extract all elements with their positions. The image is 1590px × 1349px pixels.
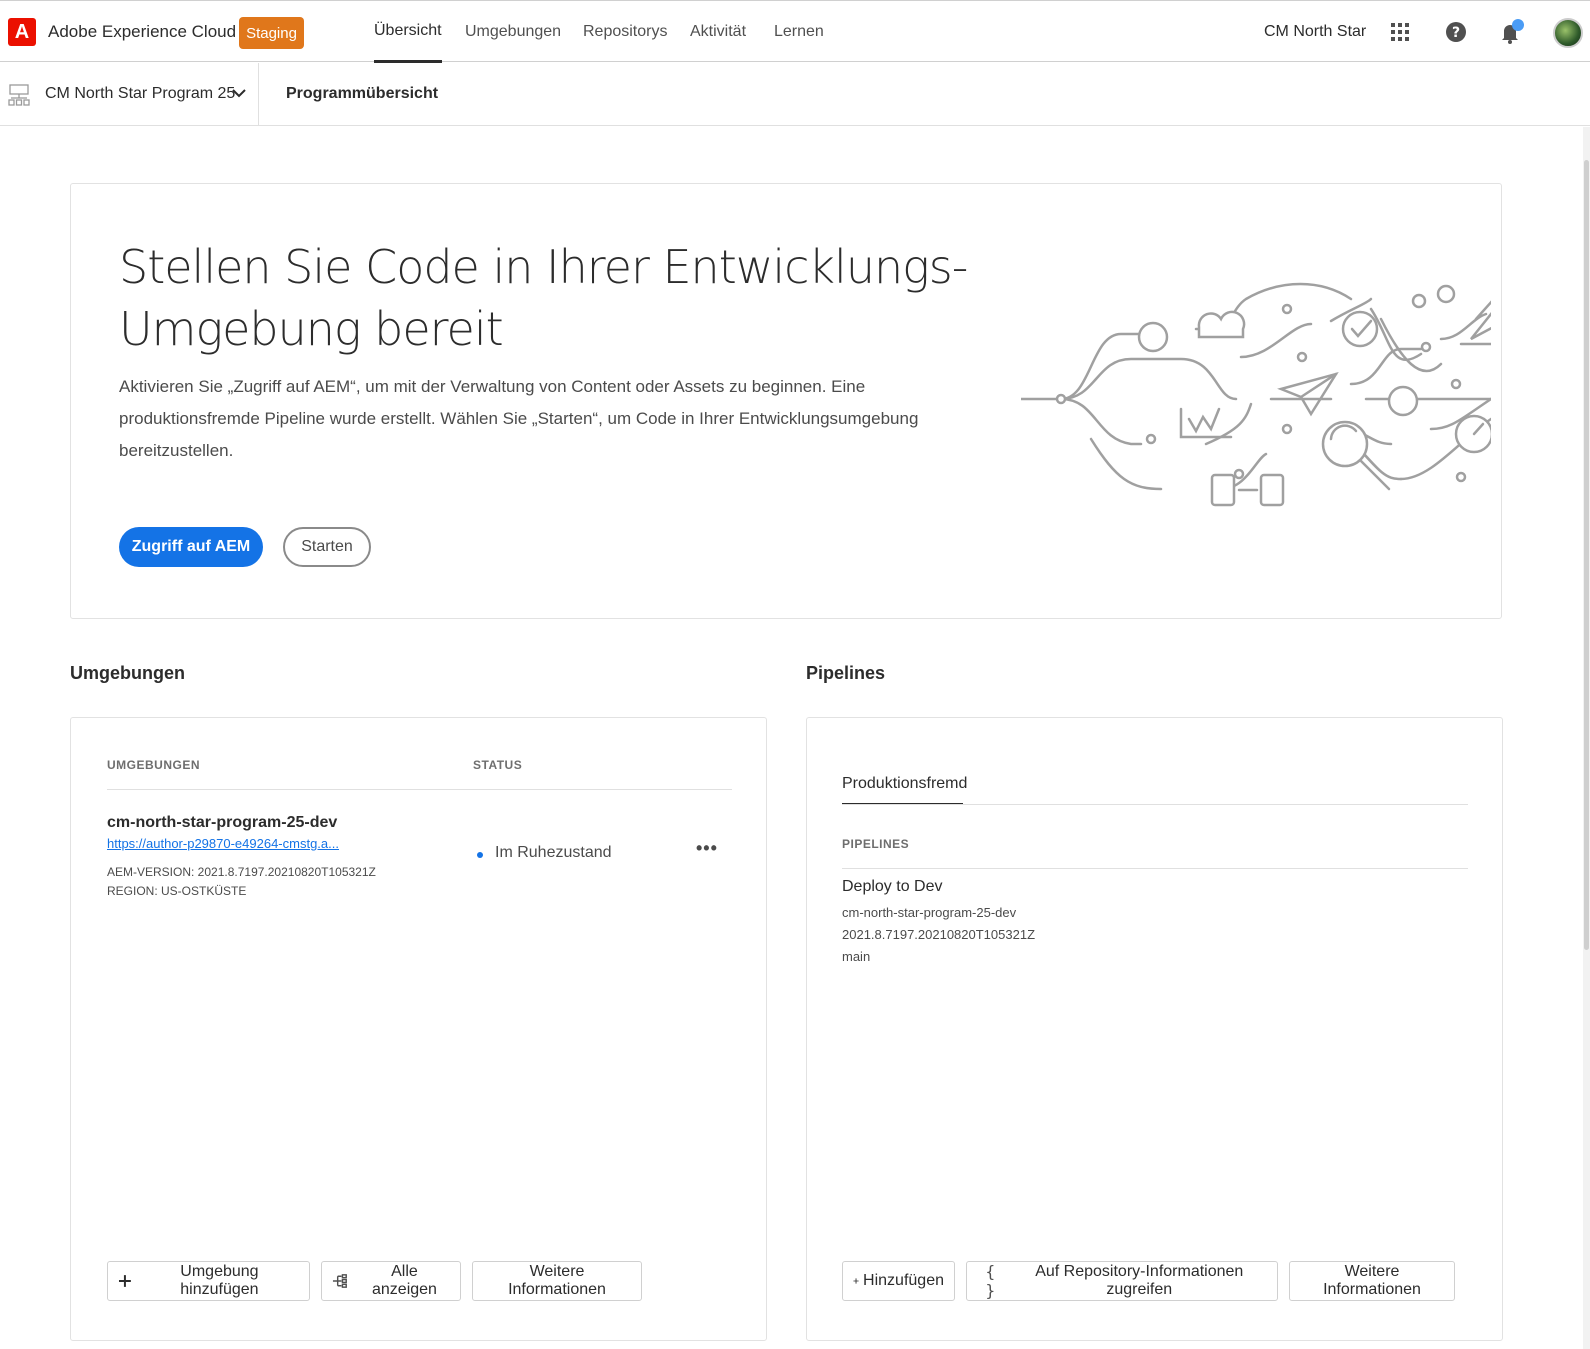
pipeline-environment: cm-north-star-program-25-dev	[842, 905, 1017, 920]
table-divider	[107, 789, 732, 790]
table-divider	[842, 868, 1468, 869]
hero-description: Aktivieren Sie „Zugriff auf AEM“, um mit…	[119, 377, 919, 460]
nav-tab-repositories[interactable]: Repositorys	[583, 1, 667, 63]
program-icon	[8, 83, 30, 112]
pipelines-section-title: Pipelines	[806, 663, 886, 683]
page-breadcrumb: Programmübersicht	[286, 85, 439, 102]
pipeline-name[interactable]: Deploy to Dev	[842, 878, 943, 896]
add-pipeline-button[interactable]: Hinzufügen	[842, 1261, 955, 1301]
scrollbar-thumb[interactable]	[1584, 160, 1589, 950]
pipelines-more-info-button[interactable]: Weitere Informationen	[1289, 1261, 1455, 1301]
org-switcher[interactable]: CM North Star	[1264, 23, 1366, 41]
svg-text:?: ?	[1452, 25, 1460, 41]
apps-grid-icon[interactable]	[1387, 19, 1413, 45]
environments-card: UMGEBUNGEN STATUS cm-north-star-program-…	[70, 717, 767, 1341]
plus-icon	[118, 1275, 131, 1287]
environment-status: Im Ruhezustand	[495, 844, 612, 861]
environment-region: REGION: US-OSTKÜSTE	[107, 884, 247, 898]
status-dot-icon	[477, 852, 483, 858]
environment-author-link[interactable]: https://author-p29870-e49264-cmstg.a...	[107, 836, 339, 851]
adobe-logo-icon[interactable]: A	[8, 18, 36, 46]
environment-aem-version: AEM-VERSION: 2021.8.7197.20210820T105321…	[107, 865, 376, 879]
access-aem-button[interactable]: Zugriff auf AEM	[119, 527, 263, 567]
nav-tab-activity[interactable]: Aktivität	[690, 1, 746, 63]
environments-section-title: Umgebungen	[70, 663, 185, 683]
more-actions-icon[interactable]: •••	[696, 838, 718, 859]
tab-non-production[interactable]: Produktionsfremd	[842, 775, 967, 793]
pipeline-version: 2021.8.7197.20210820T105321Z	[842, 927, 1036, 942]
hero-title-line2: Umgebung bereit	[119, 302, 504, 356]
user-avatar[interactable]	[1553, 18, 1583, 48]
add-pipeline-label: Hinzufügen	[863, 1272, 944, 1289]
col-header-status: STATUS	[473, 758, 523, 772]
list-tree-icon	[332, 1274, 347, 1288]
top-bar: A Adobe Experience Cloud Staging Übersic…	[0, 0, 1590, 63]
nav-tab-environments[interactable]: Umgebungen	[465, 1, 561, 63]
col-header-environments: UMGEBUNGEN	[107, 758, 201, 772]
help-icon[interactable]: ?	[1443, 19, 1469, 45]
program-name: CM North Star Program 25	[45, 85, 236, 102]
start-button[interactable]: Starten	[283, 527, 371, 567]
plus-icon	[853, 1278, 859, 1284]
hero-title: Stellen Sie Code in Ihrer Entwicklungs- …	[119, 236, 979, 360]
repository-info-button[interactable]: { } Auf Repository-Informationen zugreif…	[966, 1261, 1278, 1301]
show-all-button[interactable]: Alle anzeigen	[321, 1261, 461, 1301]
brand-name[interactable]: Adobe Experience Cloud	[48, 22, 236, 42]
add-environment-label: Umgebung hinzufügen	[180, 1263, 259, 1298]
pipeline-branch: main	[842, 949, 871, 964]
environment-name[interactable]: cm-north-star-program-25-dev	[107, 814, 337, 832]
workflow-illustration-icon	[1021, 282, 1491, 507]
add-environment-button[interactable]: Umgebung hinzufügen	[107, 1261, 310, 1301]
program-bar: CM North Star Program 25 Programmübersic…	[0, 63, 1590, 126]
chevron-down-icon[interactable]	[231, 85, 247, 106]
repository-info-label: Auf Repository-Informationen zugreifen	[1035, 1263, 1244, 1298]
col-header-pipelines: PIPELINES	[842, 837, 910, 851]
hero-card: Stellen Sie Code in Ihrer Entwicklungs- …	[70, 183, 1502, 619]
environments-more-info-button[interactable]: Weitere Informationen	[472, 1261, 642, 1301]
pipelines-card: Produktionsfremd PIPELINES Deploy to Dev…	[806, 717, 1503, 1341]
code-braces-icon: { }	[985, 1262, 996, 1300]
hero-title-line1: Stellen Sie Code in Ihrer Entwicklungs-	[119, 240, 968, 294]
tab-divider	[842, 804, 1468, 805]
nav-tab-learn[interactable]: Lernen	[774, 1, 824, 63]
staging-badge: Staging	[239, 17, 304, 49]
show-all-label: Alle anzeigen	[372, 1263, 437, 1298]
bell-icon[interactable]	[1498, 19, 1524, 45]
nav-tab-overview[interactable]: Übersicht	[374, 1, 442, 63]
program-selector[interactable]: CM North Star Program 25	[0, 63, 259, 125]
